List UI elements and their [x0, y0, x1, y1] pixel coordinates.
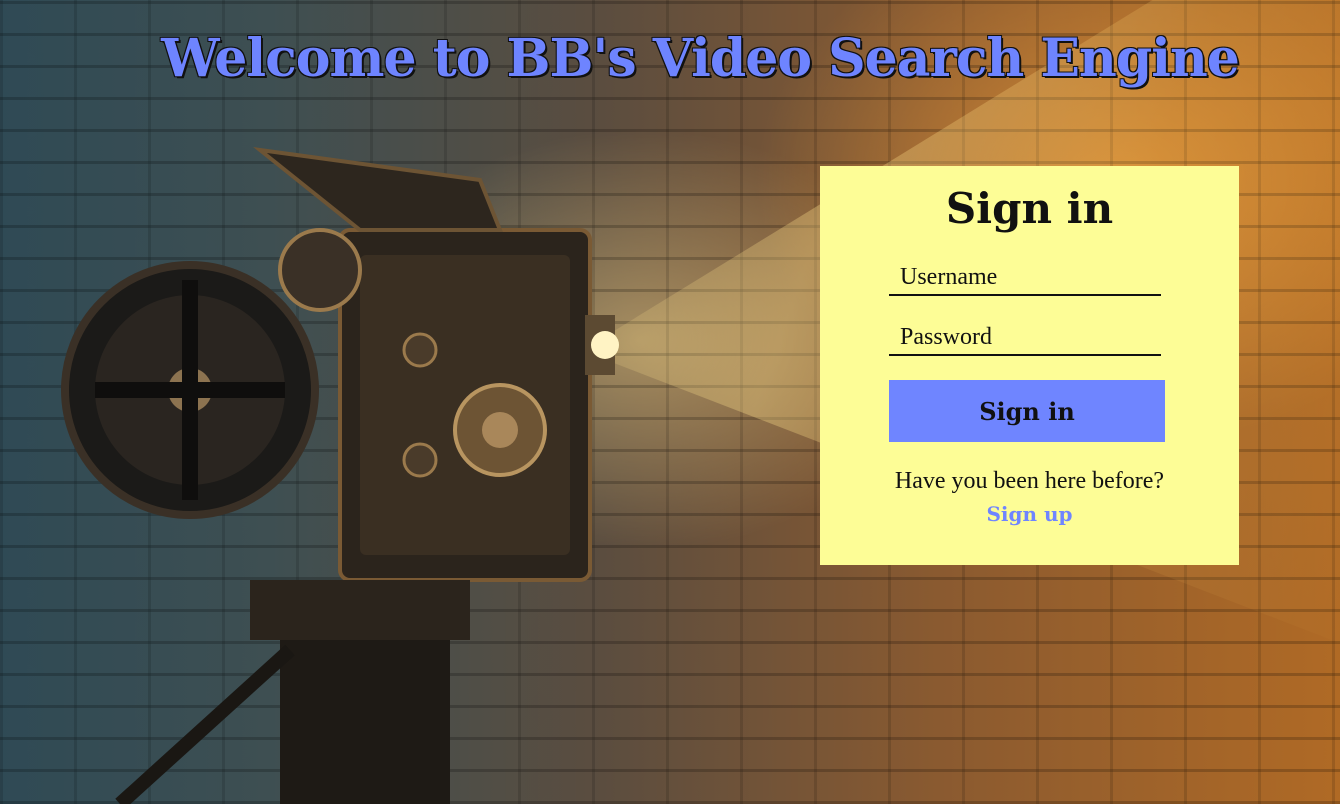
password-field[interactable] — [889, 320, 1161, 356]
signin-button[interactable]: Sign in — [889, 380, 1165, 442]
page-title: Welcome to BB's Video Search Engine — [161, 28, 1240, 89]
signup-link[interactable]: Sign up — [820, 502, 1239, 526]
username-field[interactable] — [889, 260, 1161, 296]
returning-user-prompt: Have you been here before? — [894, 468, 1165, 494]
signin-card: Sign in Sign in Have you been here befor… — [820, 166, 1239, 565]
signin-heading: Sign in — [945, 184, 1114, 233]
film-projector-image — [61, 147, 619, 804]
